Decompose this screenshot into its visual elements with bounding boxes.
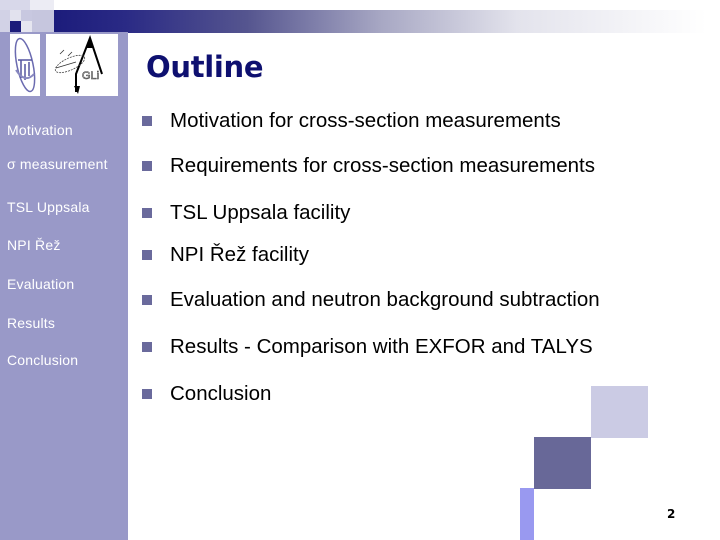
bullet-text: TSL Uppsala facility: [170, 201, 351, 224]
decor-square: [0, 0, 30, 10]
sidebar-item-npi-rez[interactable]: NPI Řež: [7, 237, 61, 253]
bullet-item: Evaluation and neutron background subtra…: [142, 288, 600, 312]
bullet-item: Conclusion: [142, 382, 271, 406]
decor-square: [534, 437, 591, 489]
bullet-text: NPI Řež facility: [170, 243, 309, 266]
sidebar: GLi Motivation σ measurement TSL Uppsala…: [0, 32, 128, 540]
square-bullet-icon: [142, 250, 152, 260]
bullet-item: TSL Uppsala facility: [142, 201, 350, 225]
bullet-text: Evaluation and neutron background subtra…: [170, 288, 600, 311]
square-bullet-icon: [142, 161, 152, 171]
bullet-item: Motivation for cross-section measurement…: [142, 109, 561, 133]
bullet-item: Requirements for cross-section measureme…: [142, 154, 595, 178]
bullet-text: Requirements for cross-section measureme…: [170, 154, 595, 177]
slide-title: Outline: [146, 50, 264, 84]
square-bullet-icon: [142, 389, 152, 399]
gli-logo: GLi: [46, 34, 118, 96]
decor-square: [0, 10, 10, 32]
bullet-item: Results - Comparison with EXFOR and TALY…: [142, 335, 593, 359]
header-gradient-bar: [44, 10, 720, 33]
decor-square: [591, 386, 648, 438]
sidebar-item-motivation[interactable]: Motivation: [7, 122, 73, 138]
institute-logo-icon: [14, 37, 36, 93]
bullet-text: Results - Comparison with EXFOR and TALY…: [170, 335, 593, 358]
decor-square: [10, 10, 21, 21]
decor-square: [30, 0, 54, 10]
bullet-text: Motivation for cross-section measurement…: [170, 109, 561, 132]
square-bullet-icon: [142, 116, 152, 126]
sidebar-item-evaluation[interactable]: Evaluation: [7, 276, 74, 292]
gli-logo-icon: GLi: [54, 35, 103, 94]
page-number: 2: [667, 507, 676, 521]
square-bullet-icon: [142, 295, 152, 305]
square-bullet-icon: [142, 208, 152, 218]
decor-square: [21, 10, 32, 21]
decor-square: [21, 21, 32, 32]
sidebar-item-tsl-uppsala[interactable]: TSL Uppsala: [7, 199, 90, 215]
square-bullet-icon: [142, 342, 152, 352]
decor-square: [10, 21, 21, 32]
gli-logo-text: GLi: [82, 70, 99, 82]
bullet-item: NPI Řež facility: [142, 243, 309, 267]
sidebar-item-conclusion[interactable]: Conclusion: [7, 352, 78, 368]
institute-logo: [10, 34, 40, 96]
decor-square: [520, 488, 534, 540]
bullet-text: Conclusion: [170, 382, 272, 405]
decor-square: [32, 10, 54, 32]
sidebar-item-measurement[interactable]: σ measurement: [7, 156, 108, 172]
sidebar-item-results[interactable]: Results: [7, 315, 55, 331]
